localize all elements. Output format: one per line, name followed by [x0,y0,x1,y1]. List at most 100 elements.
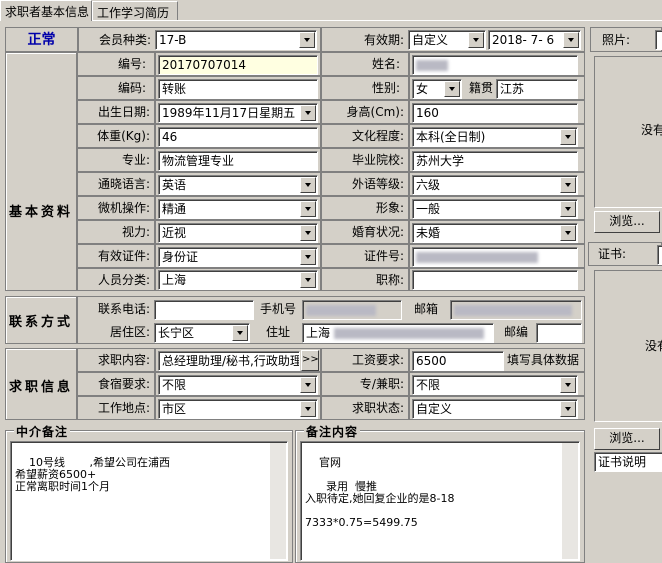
content-input[interactable]: 总经理助理/秘书,行政助理 [158,351,300,371]
code-input[interactable]: 转账 [158,79,318,99]
chevron-down-icon[interactable] [560,177,576,193]
edu-cell: 本科(全日制) [409,124,585,148]
agent-note-textarea[interactable]: 10号线 ,希望公司在浦西 希望薪资6500+ 正常离职时间1个月 [10,441,288,561]
computer-select[interactable]: 精通 [158,199,318,219]
agent-note-scrollbar[interactable] [270,443,286,559]
vision-select[interactable]: 近视 [158,223,318,243]
postcode-label: 邮编 [503,325,528,339]
remark-text: 官网 录用 慢推 入职待定,她回复企业的是8-18 7333*0.75=5499… [305,456,455,529]
parttime-select[interactable]: 不限 [412,375,578,395]
category-label-cell: 人员分类: [77,268,155,291]
state-select[interactable]: 自定义 [412,399,578,419]
board-label: 食宿要求: [97,377,150,391]
parttime-label-cell: 专/兼职: [321,372,409,396]
cert-browse-button[interactable]: 浏览... [594,428,660,450]
school-input[interactable]: 苏州大学 [412,151,578,171]
lang-select[interactable]: 英语 [158,175,318,195]
idtype-select[interactable]: 身份证 [158,247,318,267]
category-cell: 上海 [155,268,321,291]
lang-label: 通晓语言: [97,177,150,191]
chevron-down-icon[interactable] [560,401,576,417]
category-select[interactable]: 上海 [158,270,318,290]
vision-cell: 近视 [155,220,321,244]
chevron-down-icon[interactable] [232,325,248,341]
validity-mode-select[interactable]: 自定义 [408,30,486,50]
weight-label: 体重(Kg): [97,129,150,143]
cert-frame[interactable]: 没有 [594,270,662,422]
validity-date-picker[interactable]: 2018- 7- 6 [488,30,581,50]
parttime-label: 专/兼职: [359,377,404,391]
content-more-button[interactable]: >> [301,350,319,371]
marital-select[interactable]: 未婚 [412,223,578,243]
image-select[interactable]: 一般 [412,199,578,219]
foreign-select[interactable]: 六级 [412,175,578,195]
cert-path-input[interactable] [657,245,662,265]
content-cell: 总经理助理/秘书,行政助理 >> [155,348,321,372]
chevron-down-icon[interactable] [563,32,579,48]
chevron-down-icon[interactable] [300,225,316,241]
cert-desc-input[interactable]: 证书说明 [594,452,662,472]
chevron-down-icon[interactable] [560,377,576,393]
gender-select[interactable]: 女 [412,79,462,99]
content-label-cell: 求职内容: [77,348,155,372]
major-input[interactable]: 物流管理专业 [158,151,318,171]
marital-label-cell: 婚育状况: [321,220,409,244]
chevron-down-icon[interactable] [444,81,460,97]
member-type-select[interactable]: 17-B [155,30,317,50]
image-value: 一般 [416,202,441,216]
idno-cell [409,244,585,268]
birth-date-picker[interactable]: 1989年11月17日星期五 [158,103,318,123]
chevron-down-icon[interactable] [300,201,316,217]
id-label-cell: 编号: [77,52,155,76]
major-cell: 物流管理专业 [155,148,321,172]
address-input[interactable]: 上海 [302,323,494,343]
idno-label-cell: 证件号: [321,244,409,268]
chevron-down-icon[interactable] [560,129,576,145]
chevron-down-icon[interactable] [468,32,484,48]
foreign-label: 外语等级: [351,177,404,191]
email-input[interactable] [450,300,582,320]
photo-browse-button[interactable]: 浏览... [594,211,660,233]
chevron-down-icon[interactable] [560,201,576,217]
postcode-input[interactable] [536,323,582,343]
salary-input[interactable]: 6500 [412,351,504,371]
chevron-down-icon[interactable] [300,377,316,393]
district-select[interactable]: 长宁区 [154,323,250,343]
tab-basic-info[interactable]: 求职者基本信息 [0,0,92,21]
title-input[interactable] [412,270,578,290]
phone-input[interactable] [154,300,254,320]
tab-resume[interactable]: 工作学习简历 [92,1,178,20]
edu-select[interactable]: 本科(全日制) [412,127,578,147]
idtype-cell: 身份证 [155,244,321,268]
location-select[interactable]: 市区 [158,399,318,419]
chevron-down-icon[interactable] [300,272,316,288]
id-input[interactable]: 20170707014 [158,55,318,75]
chevron-down-icon[interactable] [300,249,316,265]
birth-value: 1989年11月17日星期五 [162,106,296,120]
remark-textarea[interactable]: 官网 录用 慢推 入职待定,她回复企业的是8-18 7333*0.75=5499… [300,441,580,561]
chevron-down-icon[interactable] [560,225,576,241]
school-label-cell: 毕业院校: [321,148,409,172]
birth-cell: 1989年11月17日星期五 [155,100,321,124]
chevron-down-icon[interactable] [300,105,316,121]
agent-note-title: 中介备注 [14,423,71,440]
title-cell [409,268,585,291]
remark-scrollbar[interactable] [562,443,578,559]
chevron-down-icon[interactable] [300,401,316,417]
salary-label: 工资要求: [351,353,404,367]
chevron-down-icon[interactable] [300,177,316,193]
name-input[interactable] [412,55,578,75]
photo-frame[interactable]: 没有 [594,56,662,208]
name-cell [409,52,585,76]
idno-input[interactable] [412,247,578,267]
native-input[interactable]: 江苏 [496,79,578,99]
mobile-input[interactable] [302,300,402,320]
board-select[interactable]: 不限 [158,375,318,395]
height-input[interactable]: 160 [412,103,578,123]
chevron-down-icon[interactable] [299,32,315,48]
weight-input[interactable]: 46 [158,127,318,147]
weight-label-cell: 体重(Kg): [77,124,155,148]
cert-header: 证书: [588,242,662,266]
remark-title: 备注内容 [304,423,361,440]
photo-path-input[interactable] [655,30,662,50]
